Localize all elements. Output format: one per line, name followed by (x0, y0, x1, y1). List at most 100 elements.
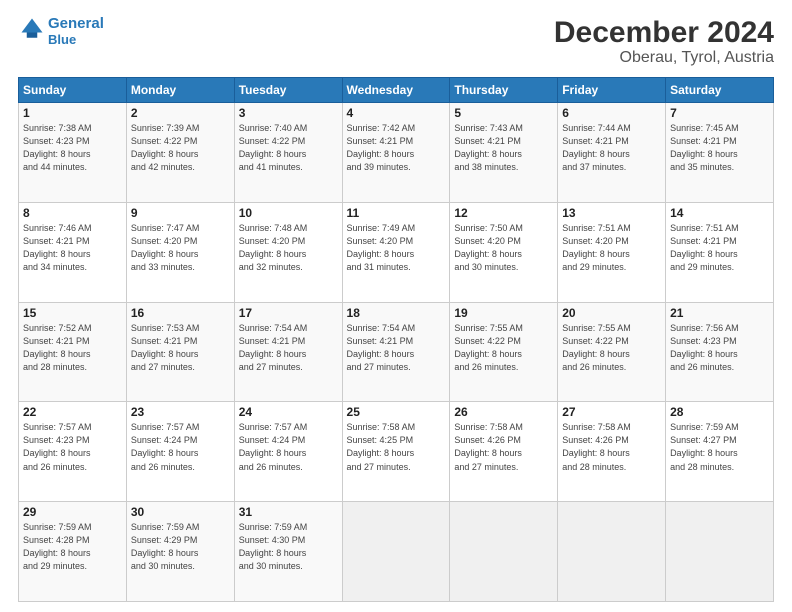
calendar-header-row: Sunday Monday Tuesday Wednesday Thursday… (19, 78, 774, 103)
col-friday: Friday (558, 78, 666, 103)
day-info: Sunrise: 7:56 AM Sunset: 4:23 PM Dayligh… (670, 322, 769, 374)
day-number: 24 (239, 405, 338, 419)
table-row: 24 Sunrise: 7:57 AM Sunset: 4:24 PM Dayli… (234, 402, 342, 502)
table-row: 12 Sunrise: 7:50 AM Sunset: 4:20 PM Dayli… (450, 202, 558, 302)
day-info: Sunrise: 7:47 AM Sunset: 4:20 PM Dayligh… (131, 222, 230, 274)
day-number: 1 (23, 106, 122, 120)
table-row: 30 Sunrise: 7:59 AM Sunset: 4:29 PM Dayli… (126, 502, 234, 602)
calendar-table: Sunday Monday Tuesday Wednesday Thursday… (18, 77, 774, 602)
col-saturday: Saturday (666, 78, 774, 103)
day-info: Sunrise: 7:42 AM Sunset: 4:21 PM Dayligh… (347, 122, 446, 174)
table-row: 22 Sunrise: 7:57 AM Sunset: 4:23 PM Dayli… (19, 402, 127, 502)
day-number: 22 (23, 405, 122, 419)
day-number: 10 (239, 206, 338, 220)
col-monday: Monday (126, 78, 234, 103)
title-block: December 2024 Oberau, Tyrol, Austria (554, 16, 774, 67)
calendar-week-row: 22 Sunrise: 7:57 AM Sunset: 4:23 PM Dayli… (19, 402, 774, 502)
day-number: 9 (131, 206, 230, 220)
day-info: Sunrise: 7:59 AM Sunset: 4:27 PM Dayligh… (670, 421, 769, 473)
table-row: 2 Sunrise: 7:39 AM Sunset: 4:22 PM Daylig… (126, 103, 234, 203)
day-info: Sunrise: 7:38 AM Sunset: 4:23 PM Dayligh… (23, 122, 122, 174)
day-info: Sunrise: 7:49 AM Sunset: 4:20 PM Dayligh… (347, 222, 446, 274)
day-info: Sunrise: 7:43 AM Sunset: 4:21 PM Dayligh… (454, 122, 553, 174)
day-info: Sunrise: 7:58 AM Sunset: 4:25 PM Dayligh… (347, 421, 446, 473)
day-info: Sunrise: 7:44 AM Sunset: 4:21 PM Dayligh… (562, 122, 661, 174)
day-info: Sunrise: 7:45 AM Sunset: 4:21 PM Dayligh… (670, 122, 769, 174)
table-row: 28Sunrise: 7:59 AM Sunset: 4:27 PM Dayli… (666, 402, 774, 502)
day-number: 12 (454, 206, 553, 220)
day-info: Sunrise: 7:59 AM Sunset: 4:30 PM Dayligh… (239, 521, 338, 573)
table-row: 17 Sunrise: 7:54 AM Sunset: 4:21 PM Dayli… (234, 302, 342, 402)
table-row (342, 502, 450, 602)
day-info: Sunrise: 7:59 AM Sunset: 4:28 PM Dayligh… (23, 521, 122, 573)
table-row: 1 Sunrise: 7:38 AM Sunset: 4:23 PM Daylig… (19, 103, 127, 203)
day-info: Sunrise: 7:57 AM Sunset: 4:24 PM Dayligh… (239, 421, 338, 473)
table-row (450, 502, 558, 602)
table-row: 23Sunrise: 7:57 AM Sunset: 4:24 PM Dayli… (126, 402, 234, 502)
header: General Blue December 2024 Oberau, Tyrol… (18, 16, 774, 67)
table-row: 15 Sunrise: 7:52 AM Sunset: 4:21 PM Dayli… (19, 302, 127, 402)
day-info: Sunrise: 7:46 AM Sunset: 4:21 PM Dayligh… (23, 222, 122, 274)
day-number: 27 (562, 405, 661, 419)
table-row: 29 Sunrise: 7:59 AM Sunset: 4:28 PM Dayli… (19, 502, 127, 602)
col-sunday: Sunday (19, 78, 127, 103)
table-row: 3 Sunrise: 7:40 AM Sunset: 4:22 PM Daylig… (234, 103, 342, 203)
day-number: 19 (454, 306, 553, 320)
calendar-week-row: 29 Sunrise: 7:59 AM Sunset: 4:28 PM Dayli… (19, 502, 774, 602)
day-number: 14 (670, 206, 769, 220)
day-number: 31 (239, 505, 338, 519)
day-info: Sunrise: 7:55 AM Sunset: 4:22 PM Dayligh… (562, 322, 661, 374)
day-info: Sunrise: 7:40 AM Sunset: 4:22 PM Dayligh… (239, 122, 338, 174)
day-info: Sunrise: 7:55 AM Sunset: 4:22 PM Dayligh… (454, 322, 553, 374)
day-number: 8 (23, 206, 122, 220)
day-number: 3 (239, 106, 338, 120)
day-number: 25 (347, 405, 446, 419)
table-row: 4 Sunrise: 7:42 AM Sunset: 4:21 PM Daylig… (342, 103, 450, 203)
day-info: Sunrise: 7:48 AM Sunset: 4:20 PM Dayligh… (239, 222, 338, 274)
day-number: 2 (131, 106, 230, 120)
day-number: 15 (23, 306, 122, 320)
day-number: 16 (131, 306, 230, 320)
day-info: Sunrise: 7:51 AM Sunset: 4:20 PM Dayligh… (562, 222, 661, 274)
table-row: 16 Sunrise: 7:53 AM Sunset: 4:21 PM Dayli… (126, 302, 234, 402)
day-info: Sunrise: 7:50 AM Sunset: 4:20 PM Dayligh… (454, 222, 553, 274)
day-number: 20 (562, 306, 661, 320)
day-number: 23 (131, 405, 230, 419)
logo-text: General Blue (48, 16, 104, 47)
table-row: 25 Sunrise: 7:58 AM Sunset: 4:25 PM Dayli… (342, 402, 450, 502)
day-number: 5 (454, 106, 553, 120)
day-info: Sunrise: 7:59 AM Sunset: 4:29 PM Dayligh… (131, 521, 230, 573)
day-number: 4 (347, 106, 446, 120)
table-row: 8 Sunrise: 7:46 AM Sunset: 4:21 PM Daylig… (19, 202, 127, 302)
col-wednesday: Wednesday (342, 78, 450, 103)
day-info: Sunrise: 7:54 AM Sunset: 4:21 PM Dayligh… (239, 322, 338, 374)
page-subtitle: Oberau, Tyrol, Austria (554, 49, 774, 67)
table-row: 7 Sunrise: 7:45 AM Sunset: 4:21 PM Daylig… (666, 103, 774, 203)
table-row: 26Sunrise: 7:58 AM Sunset: 4:26 PM Dayli… (450, 402, 558, 502)
day-info: Sunrise: 7:53 AM Sunset: 4:21 PM Dayligh… (131, 322, 230, 374)
col-thursday: Thursday (450, 78, 558, 103)
day-number: 30 (131, 505, 230, 519)
day-number: 18 (347, 306, 446, 320)
table-row: 11Sunrise: 7:49 AM Sunset: 4:20 PM Dayli… (342, 202, 450, 302)
calendar-week-row: 1 Sunrise: 7:38 AM Sunset: 4:23 PM Daylig… (19, 103, 774, 203)
day-number: 17 (239, 306, 338, 320)
table-row: 19 Sunrise: 7:55 AM Sunset: 4:22 PM Dayli… (450, 302, 558, 402)
day-info: Sunrise: 7:54 AM Sunset: 4:21 PM Dayligh… (347, 322, 446, 374)
day-info: Sunrise: 7:57 AM Sunset: 4:23 PM Dayligh… (23, 421, 122, 473)
day-number: 29 (23, 505, 122, 519)
day-info: Sunrise: 7:39 AM Sunset: 4:22 PM Dayligh… (131, 122, 230, 174)
day-info: Sunrise: 7:58 AM Sunset: 4:26 PM Dayligh… (562, 421, 661, 473)
day-info: Sunrise: 7:52 AM Sunset: 4:21 PM Dayligh… (23, 322, 122, 374)
table-row (558, 502, 666, 602)
table-row: 9 Sunrise: 7:47 AM Sunset: 4:20 PM Daylig… (126, 202, 234, 302)
day-number: 21 (670, 306, 769, 320)
table-row: 10 Sunrise: 7:48 AM Sunset: 4:20 PM Dayli… (234, 202, 342, 302)
col-tuesday: Tuesday (234, 78, 342, 103)
table-row: 18 Sunrise: 7:54 AM Sunset: 4:21 PM Dayli… (342, 302, 450, 402)
table-row: 27 Sunrise: 7:58 AM Sunset: 4:26 PM Dayli… (558, 402, 666, 502)
table-row: 5 Sunrise: 7:43 AM Sunset: 4:21 PM Daylig… (450, 103, 558, 203)
table-row: 14Sunrise: 7:51 AM Sunset: 4:21 PM Dayli… (666, 202, 774, 302)
table-row: 6Sunrise: 7:44 AM Sunset: 4:21 PM Daylig… (558, 103, 666, 203)
day-number: 7 (670, 106, 769, 120)
